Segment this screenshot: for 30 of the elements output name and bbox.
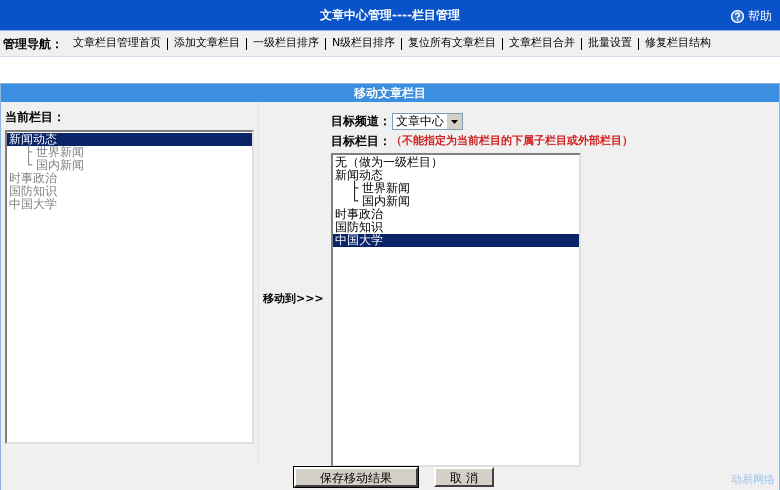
nav-link[interactable]: 修复栏目结构: [645, 35, 712, 52]
nav-link[interactable]: 文章栏目合并: [509, 35, 576, 52]
list-option[interactable]: 时事政治: [333, 208, 579, 221]
page-title: 文章中心管理----栏目管理: [320, 7, 460, 24]
nav-link[interactable]: N级栏目排序: [332, 35, 396, 52]
footer-credit: 动易网络: [731, 472, 775, 488]
nav-label: 管理导航：: [3, 36, 64, 52]
list-option[interactable]: 国防知识: [333, 221, 579, 234]
field-label: 目标栏目：: [331, 133, 391, 150]
nav-link[interactable]: 复位所有文章栏目: [408, 35, 496, 52]
help-icon: [730, 8, 745, 24]
help-link[interactable]: 帮助: [730, 7, 772, 25]
list-option[interactable]: 中国大学: [333, 234, 579, 247]
panel-title: 移动文章栏目: [1, 84, 779, 102]
list-option[interactable]: 无（做为一级栏目）: [333, 156, 579, 169]
move-label: 移动到>>>: [263, 291, 324, 308]
field-label: 目标频道：: [331, 113, 391, 130]
list-option[interactable]: 新闻动态: [333, 169, 579, 182]
listbox[interactable]: 无（做为一级栏目） 新闻动态 ├ 世界新闻 └ 国内新闻 时事政治 国防知识 中国大学: [331, 153, 581, 467]
field-label: 当前栏目：: [5, 109, 66, 126]
list-option[interactable]: ├ 世界新闻: [333, 182, 579, 195]
list-option[interactable]: └ 国内新闻: [333, 195, 579, 208]
nav-link[interactable]: 文章栏目管理首页: [73, 35, 161, 52]
cancel-button[interactable]: 取 消: [434, 466, 494, 486]
warning-note: （不能指定为当前栏目的下属子栏目或外部栏目）: [391, 132, 633, 149]
nav-link[interactable]: 添加文章栏目: [174, 35, 240, 52]
channel-select[interactable]: 文章中心: [392, 112, 463, 130]
nav-link[interactable]: 批量设置: [588, 35, 632, 52]
save-button[interactable]: 保存移动结果: [294, 466, 418, 486]
nav-link[interactable]: 一级栏目排序: [253, 35, 319, 52]
